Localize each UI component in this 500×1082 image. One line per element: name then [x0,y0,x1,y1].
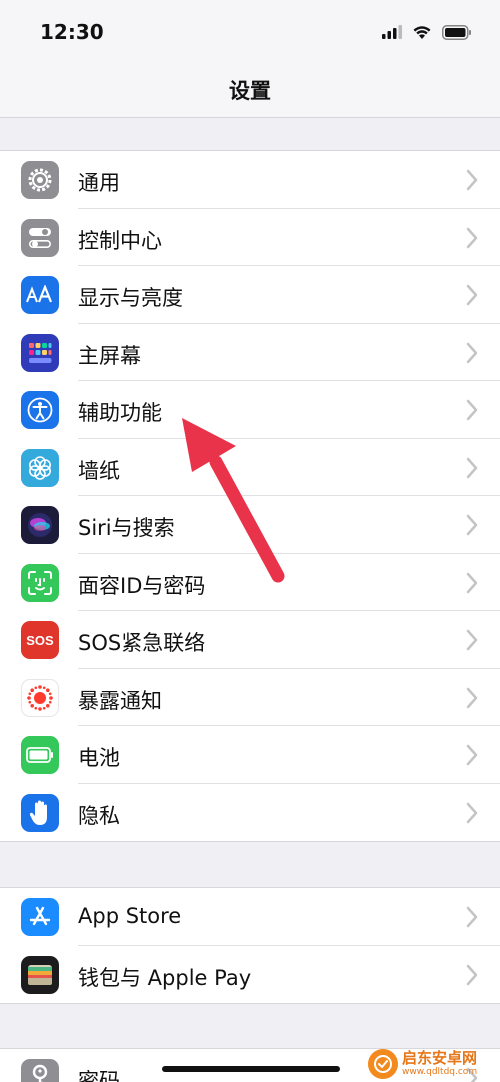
settings-row-privacy[interactable]: 隐私 [0,784,500,842]
chevron-right-icon [466,687,478,708]
settings-row-label: 隐私 [78,803,120,828]
app-store-icon [21,898,59,936]
battery-icon [21,736,59,774]
settings-row-display-brightness[interactable]: 显示与亮度 [0,266,500,324]
exposure-icon [21,678,59,717]
watermark-name: 启东安卓网 [402,1049,478,1067]
settings-row-label: SOS紧急联络 [78,631,206,655]
status-time: 12:30 [40,20,104,44]
settings-row-label: 暴露通知 [78,688,162,713]
settings-row-label: 控制中心 [78,228,162,253]
siri-icon [21,506,59,544]
chevron-right-icon [466,227,478,248]
svg-text:SOS: SOS [26,633,54,648]
status-bar: 12:30 [0,0,500,62]
settings-row-label: 显示与亮度 [78,286,183,310]
settings-row-home-screen[interactable]: 主屏幕 [0,324,500,381]
annotation-arrow-icon [182,418,285,583]
settings-row-wallet[interactable]: 钱包与 Apple Pay [0,946,500,1004]
face-id-icon [21,563,59,602]
chevron-right-icon [466,906,478,928]
chevron-right-icon [466,399,478,421]
settings-row-label: 通用 [78,171,120,195]
sos-icon: SOS [21,621,59,659]
home-screen-grid-icon [21,333,59,372]
chevron-right-icon [466,629,478,651]
settings-row-label: 主屏幕 [78,343,141,368]
hand-icon [21,793,59,832]
accessibility-icon [21,391,59,429]
settings-row-label: 密码 [78,1069,120,1082]
watermark: 启东安卓网 www.qdltdq.com [368,1046,500,1082]
settings-row-battery[interactable]: 电池 [0,726,500,784]
battery-icon [442,24,471,40]
wallet-icon [21,955,59,994]
settings-row-app-store[interactable]: App Store [0,888,500,946]
key-icon [21,1059,59,1082]
page-title: 设置 [229,79,271,103]
chevron-right-icon [466,744,478,766]
chevron-right-icon [466,457,478,478]
chevron-right-icon [466,342,478,363]
chevron-right-icon [466,572,478,593]
settings-row-general[interactable]: 通用 [0,151,500,209]
flower-icon [21,448,59,487]
watermark-text: 启东安卓网 www.qdltdq.com [402,1051,477,1077]
settings-row-emergency-sos[interactable]: SOS SOS紧急联络 [0,611,500,669]
chevron-right-icon [466,284,478,306]
settings-row-label: App Store [78,904,182,928]
signal-icon [382,25,402,39]
settings-group-store: App Store 钱包与 Apple Pay [0,887,500,1004]
gear-icon [21,161,59,199]
status-icons [382,22,472,42]
settings-row-label: 钱包与 Apple Pay [78,965,252,990]
settings-row-control-center[interactable]: 控制中心 [0,209,500,266]
settings-row-label: 墙纸 [78,458,120,483]
settings-row-label: 电池 [78,746,120,770]
watermark-logo-icon [368,1049,398,1079]
chevron-right-icon [466,169,478,191]
wifi-icon [413,25,431,39]
chevron-right-icon [466,802,478,823]
watermark-url: www.qdltdq.com [402,1067,478,1077]
chevron-right-icon [466,514,478,536]
toggles-icon [21,218,59,257]
home-indicator[interactable] [162,1066,340,1072]
settings-row-label: 辅助功能 [78,401,162,425]
nav-bar: 设置 [0,62,500,118]
text-size-icon [21,276,59,314]
settings-row-exposure-notifications[interactable]: 暴露通知 [0,669,500,726]
chevron-right-icon [466,964,478,985]
